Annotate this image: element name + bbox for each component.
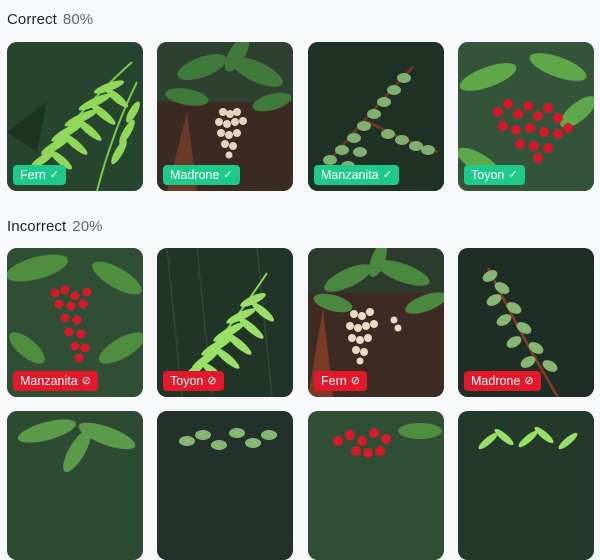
plant-card-partial[interactable] [308, 411, 444, 560]
fern-photo [458, 411, 594, 560]
tag-label: Madrone [471, 374, 521, 388]
prohibited-icon: ⊘ [350, 374, 360, 387]
correct-tag: Manzanita ✓ [314, 165, 399, 185]
checkmark-icon: ✓ [223, 168, 233, 181]
incorrect-tag: Fern ⊘ [314, 371, 367, 391]
incorrect-tag: Toyon ⊘ [163, 371, 224, 391]
prohibited-icon: ⊘ [524, 374, 534, 387]
tag-label: Fern [20, 168, 46, 182]
plant-card-toyon[interactable]: Toyon ✓ [458, 42, 594, 191]
correct-tag: Toyon ✓ [464, 165, 525, 185]
tag-label: Manzanita [20, 374, 78, 388]
tag-label: Manzanita [321, 168, 379, 182]
plant-card-partial[interactable] [157, 411, 293, 560]
prohibited-icon: ⊘ [207, 374, 217, 387]
correct-label: Correct [7, 11, 57, 28]
tag-label: Madrone [170, 168, 220, 182]
toyon-photo [308, 411, 444, 560]
incorrect-tag: Manzanita ⊘ [13, 371, 98, 391]
prohibited-icon: ⊘ [81, 374, 91, 387]
correct-percent: 80% [62, 11, 94, 28]
tag-label: Toyon [471, 168, 505, 182]
correct-tag: Fern ✓ [13, 165, 66, 185]
incorrect-section-title: Incorrect 20% [7, 218, 103, 235]
correct-tag: Madrone ✓ [163, 165, 240, 185]
checkmark-icon: ✓ [508, 168, 518, 181]
plant-card-toyon-wrong[interactable]: Toyon ⊘ [157, 248, 293, 397]
tag-label: Toyon [170, 374, 204, 388]
manzanita-photo [157, 411, 293, 560]
plant-card-fern[interactable]: Fern ✓ [7, 42, 143, 191]
plant-card-partial[interactable] [7, 411, 143, 560]
correct-section-title: Correct 80% [7, 11, 93, 28]
incorrect-tag: Madrone ⊘ [464, 371, 541, 391]
incorrect-label: Incorrect [7, 218, 67, 235]
plant-card-fern-wrong[interactable]: Fern ⊘ [308, 248, 444, 397]
checkmark-icon: ✓ [49, 168, 59, 181]
plant-card-madrone[interactable]: Madrone ✓ [157, 42, 293, 191]
plant-card-manzanita-wrong[interactable]: Manzanita ⊘ [7, 248, 143, 397]
checkmark-icon: ✓ [382, 168, 392, 181]
plant-card-manzanita[interactable]: Manzanita ✓ [308, 42, 444, 191]
plant-card-madrone-wrong[interactable]: Madrone ⊘ [458, 248, 594, 397]
incorrect-percent: 20% [72, 218, 103, 235]
plant-card-partial[interactable] [458, 411, 594, 560]
tag-label: Fern [321, 374, 347, 388]
leaf-photo [7, 411, 143, 560]
